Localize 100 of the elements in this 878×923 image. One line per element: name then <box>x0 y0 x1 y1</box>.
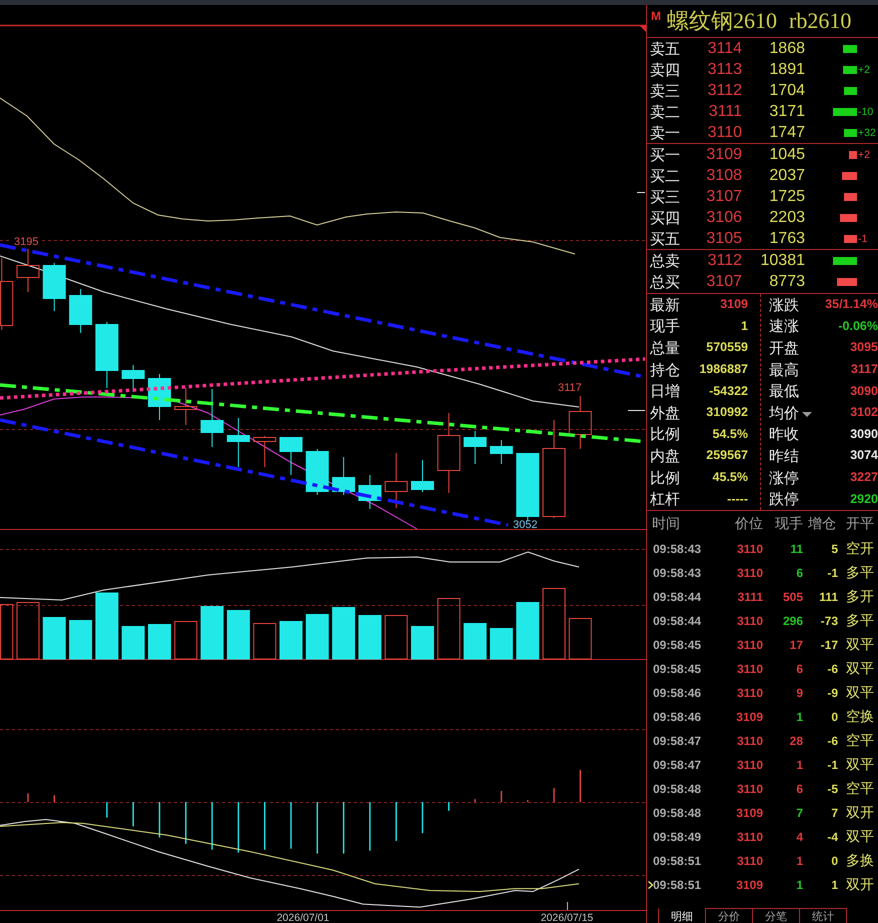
volume-bar <box>844 86 857 94</box>
stat-value: 3074 <box>850 448 878 464</box>
volume-change: +2 <box>857 148 870 160</box>
order-volume: 1868 <box>769 40 805 58</box>
candle <box>122 364 145 392</box>
stat-label: 涨停 <box>769 468 799 487</box>
trade-position-change: -1 <box>827 758 838 772</box>
stat-label: 日增 <box>650 382 680 400</box>
trade-time: 09:58:44 <box>653 590 702 604</box>
corner-triangle-icon <box>639 25 646 32</box>
total-price: 3112 <box>708 252 742 270</box>
volume-bar <box>843 66 857 74</box>
trade-time: 09:58:51 <box>653 878 702 892</box>
candle <box>200 388 224 448</box>
trade-time: 09:58:45 <box>653 662 702 676</box>
trade-position-change: 0 <box>831 710 838 724</box>
trade-position-change: -9 <box>827 686 838 700</box>
volume-bar <box>411 626 434 660</box>
trade-type: 双平 <box>846 636 874 654</box>
total-volume: 8773 <box>769 273 805 292</box>
trade-price: 3110 <box>736 830 763 844</box>
candle <box>384 452 408 508</box>
order-volume: 1747 <box>769 124 805 142</box>
trade-price: 3110 <box>736 542 763 556</box>
trade-price: 3110 <box>736 614 763 628</box>
stat-value: -0.06% <box>838 318 878 334</box>
tab[interactable]: 统计 <box>799 908 847 923</box>
trade-type: 双平 <box>846 684 874 702</box>
order-level-label: 卖二 <box>649 102 680 120</box>
volume-bar <box>849 150 857 158</box>
order-volume: 2203 <box>769 208 805 226</box>
stat-label: 比例 <box>650 468 680 487</box>
column-header: 时间 <box>652 516 680 532</box>
trade-type: 空平 <box>846 780 874 798</box>
candle <box>490 440 513 464</box>
caret-down-icon[interactable] <box>802 412 812 418</box>
volume-bar <box>840 214 857 222</box>
order-level-label: 买二 <box>649 166 680 184</box>
candle <box>148 374 171 420</box>
volume-bar <box>516 602 540 660</box>
stat-value: 35/1.14% <box>825 297 878 312</box>
trade-type: 多平 <box>846 564 874 582</box>
column-header: 开平 <box>846 516 874 532</box>
trade-type: 双平 <box>846 828 874 846</box>
order-price: 3110 <box>708 124 742 142</box>
volume-bar <box>833 108 857 116</box>
candle <box>464 430 487 464</box>
date-label: 2026/07/01 <box>276 912 330 923</box>
stat-value: 54.5% <box>712 426 748 442</box>
stat-value: 45.5% <box>712 470 748 486</box>
tab[interactable]: 分价 <box>705 908 753 923</box>
trade-position-change: 7 <box>831 806 838 820</box>
candle <box>568 396 592 450</box>
volume-bar <box>226 610 250 660</box>
stat-label: 速涨 <box>769 317 799 336</box>
trade-time: 09:58:48 <box>653 782 702 796</box>
volume-bar <box>464 623 487 660</box>
volume-bar <box>0 604 14 660</box>
trade-position-change: 5 <box>831 542 838 556</box>
trade-type: 双开 <box>846 876 874 894</box>
volume-bar <box>844 128 857 136</box>
price-label: 3052 <box>513 519 538 530</box>
trade-volume: 28 <box>790 734 803 748</box>
candle <box>411 460 434 492</box>
candle <box>253 436 276 468</box>
trade-position-change: -5 <box>827 782 838 796</box>
stat-value: 3095 <box>850 340 878 356</box>
volume-change: -10 <box>857 106 874 118</box>
trade-type: 多换 <box>846 852 874 870</box>
trade-position-change: -17 <box>820 638 838 652</box>
order-level-label: 卖一 <box>649 124 680 142</box>
volume-change: -1 <box>857 232 868 244</box>
contract-code: rb2610 <box>789 8 852 34</box>
stat-label: 涨跌 <box>769 296 799 314</box>
trade-type: 多平 <box>846 612 874 630</box>
stat-label: 最高 <box>769 360 799 379</box>
order-level-label: 买三 <box>649 188 680 206</box>
stat-label: 跌停 <box>769 490 799 508</box>
tab[interactable]: 分笔 <box>752 908 800 923</box>
candle <box>358 474 382 510</box>
volume-bar <box>843 44 857 52</box>
stat-value: ----- <box>727 492 748 507</box>
candle <box>280 436 302 476</box>
trade-volume: 6 <box>796 662 803 676</box>
order-volume: 1763 <box>769 230 805 248</box>
stat-label: 杠杆 <box>650 490 680 508</box>
trade-time: 09:58:51 <box>653 854 702 868</box>
trade-time: 09:58:46 <box>653 686 702 700</box>
order-price: 3107 <box>706 188 742 206</box>
column-header: 增仓 <box>808 516 836 532</box>
volume-bar <box>253 623 276 660</box>
candle <box>16 248 40 292</box>
trade-volume: 1 <box>796 710 803 724</box>
trade-time: 09:58:43 <box>653 542 702 556</box>
volume-bar <box>837 278 857 286</box>
price-label: 3195 <box>14 236 38 248</box>
stat-label: 昨结 <box>769 446 799 465</box>
trade-time: 09:58:49 <box>653 830 702 844</box>
trade-time: 09:58:47 <box>653 758 702 772</box>
stat-value: 3227 <box>850 470 878 486</box>
